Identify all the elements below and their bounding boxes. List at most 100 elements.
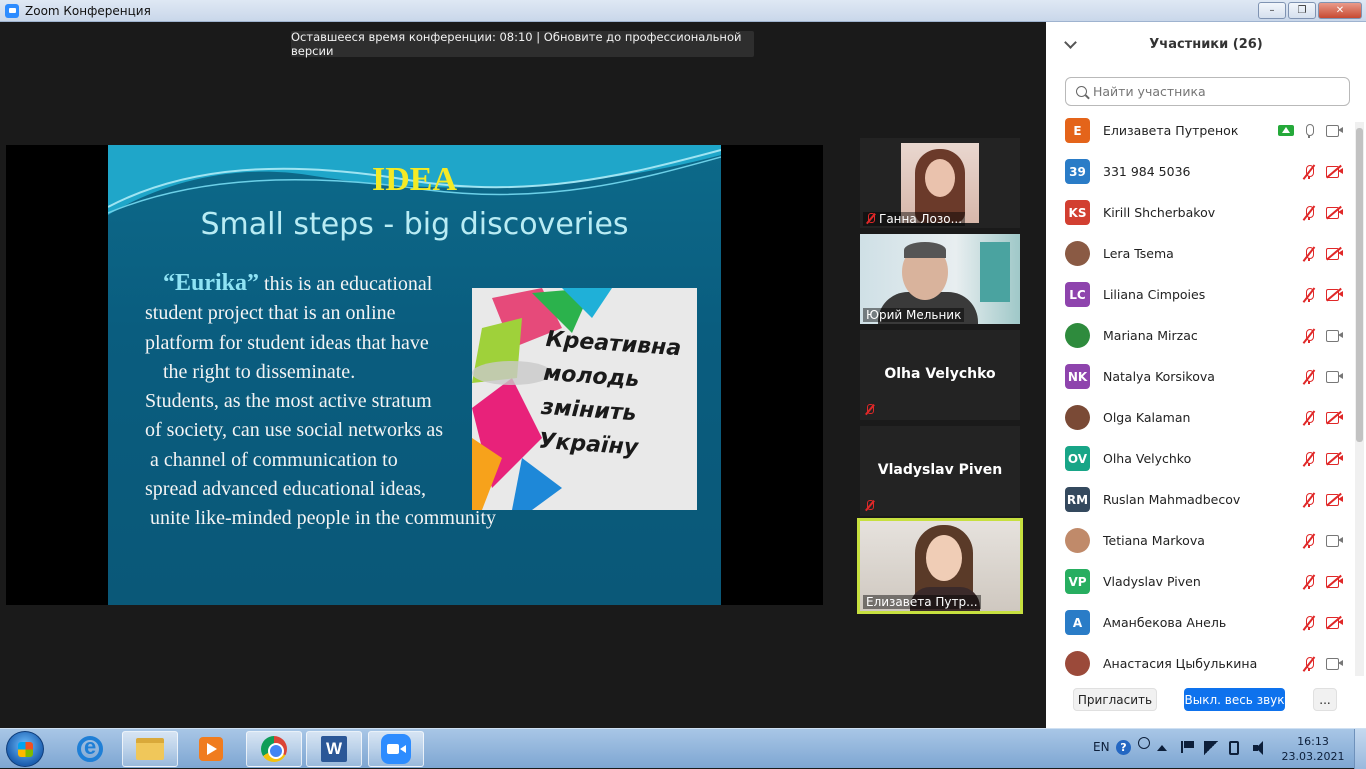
mic-icon[interactable] — [1303, 123, 1315, 138]
camera-icon[interactable] — [1326, 330, 1343, 342]
taskbar-media-player[interactable] — [183, 731, 239, 767]
flag-icon[interactable] — [1181, 741, 1194, 753]
camera-icon[interactable] — [1326, 535, 1343, 547]
search-input[interactable] — [1093, 84, 1323, 99]
muted-mic-icon[interactable] — [1302, 491, 1315, 508]
time-remaining-banner[interactable]: Оставшееся время конференции: 08:10 | Об… — [291, 30, 754, 58]
volume-icon[interactable] — [1253, 741, 1267, 755]
muted-mic-icon[interactable] — [1302, 655, 1315, 672]
up-arrow-icon[interactable] — [1157, 745, 1167, 751]
thumbnail-name: Елизавета Путр... — [863, 595, 981, 609]
participant-row[interactable]: Mariana Mirzac — [1046, 315, 1356, 356]
camera-off-icon[interactable] — [1326, 287, 1343, 302]
muted-mic-icon[interactable] — [1302, 368, 1315, 385]
taskbar-file-explorer[interactable] — [122, 731, 178, 767]
clock-date: 23.03.2021 — [1281, 750, 1345, 763]
participant-row[interactable]: KS Kirill Shcherbakov — [1046, 192, 1356, 233]
participant-video — [901, 143, 979, 223]
muted-mic-icon[interactable] — [1302, 409, 1315, 426]
window-controls: – ❐ ✕ — [1258, 2, 1362, 19]
invite-button[interactable]: Пригласить — [1073, 688, 1157, 711]
participant-row[interactable]: 39 331 984 5036 — [1046, 151, 1356, 192]
participant-name: Mariana Mirzac — [1103, 328, 1198, 343]
taskbar-zoom[interactable] — [368, 731, 424, 767]
camera-icon[interactable] — [1326, 125, 1343, 137]
participant-name: 331 984 5036 — [1103, 164, 1191, 179]
participant-row[interactable]: NK Natalya Korsikova — [1046, 356, 1356, 397]
participants-panel: Участники (26) E Елизавета Путренок 39 331 … — [1046, 22, 1366, 728]
video-thumbnail-active-speaker[interactable]: Елизавета Путр... — [857, 518, 1023, 614]
poster-caption: Креативна молодь змінить Україну — [537, 323, 696, 469]
taskbar-word[interactable]: W — [306, 731, 362, 767]
video-thumbnail[interactable]: Юрий Мельник — [860, 234, 1020, 324]
muted-mic-icon[interactable] — [1302, 163, 1315, 180]
muted-mic-icon[interactable] — [1302, 204, 1315, 221]
sync-icon[interactable] — [1138, 737, 1150, 749]
participant-row[interactable]: VP Vladyslav Piven — [1046, 561, 1356, 602]
battery-icon[interactable] — [1229, 741, 1239, 755]
camera-off-icon[interactable] — [1326, 410, 1343, 425]
muted-mic-icon[interactable] — [1302, 532, 1315, 549]
participant-name: Елизавета Путренок — [1103, 123, 1239, 138]
camera-off-icon[interactable] — [1326, 205, 1343, 220]
chevron-down-icon[interactable] — [1064, 36, 1077, 49]
participant-name: Liliana Cimpoies — [1103, 287, 1206, 302]
participant-row[interactable]: Lera Tsema — [1046, 233, 1356, 274]
thumbnail-name-text: Ганна Лозо... — [879, 212, 963, 226]
camera-off-icon[interactable] — [1326, 164, 1343, 179]
media-player-icon — [199, 737, 223, 761]
mute-all-button[interactable]: Выкл. весь звук — [1184, 688, 1285, 711]
video-thumbnail[interactable]: Vladyslav Piven — [860, 426, 1020, 516]
participant-list: E Елизавета Путренок 39 331 984 5036 KS Kiril… — [1046, 110, 1356, 676]
participant-search[interactable] — [1065, 77, 1350, 106]
camera-off-icon[interactable] — [1326, 615, 1343, 630]
taskbar-chrome[interactable] — [246, 731, 302, 767]
screen-share-icon — [1278, 125, 1294, 136]
video-thumbnail[interactable]: Ганна Лозо... — [860, 138, 1020, 228]
camera-icon[interactable] — [1326, 371, 1343, 383]
zoom-app-icon — [5, 3, 19, 18]
signal-icon[interactable] — [1204, 741, 1218, 755]
close-button[interactable]: ✕ — [1318, 2, 1362, 19]
more-options-button[interactable]: ... — [1313, 688, 1337, 711]
slide-title: IDEA — [371, 161, 458, 198]
muted-mic-icon[interactable] — [1302, 573, 1315, 590]
participant-row[interactable]: Olga Kalaman — [1046, 397, 1356, 438]
camera-off-icon[interactable] — [1326, 451, 1343, 466]
camera-off-icon[interactable] — [1326, 246, 1343, 261]
camera-icon[interactable] — [1326, 658, 1343, 670]
participant-row[interactable]: A Аманбекова Анель — [1046, 602, 1356, 643]
window-titlebar: Zoom Конференция – ❐ ✕ — [0, 0, 1366, 22]
camera-off-icon[interactable] — [1326, 492, 1343, 507]
participant-row[interactable]: E Елизавета Путренок — [1046, 110, 1356, 151]
muted-mic-icon[interactable] — [1302, 286, 1315, 303]
maximize-button[interactable]: ❐ — [1288, 2, 1316, 19]
internet-explorer-icon — [77, 734, 103, 762]
help-icon[interactable]: ? — [1116, 740, 1131, 755]
participant-row[interactable]: Tetiana Markova — [1046, 520, 1356, 561]
shared-screen: IDEA Small steps - big discoveries “Euri… — [6, 145, 823, 605]
participant-name: Vladyslav Piven — [1103, 574, 1201, 589]
slide-poster-image: Креативна молодь змінить Україну — [472, 288, 697, 510]
video-thumbnail[interactable]: Olha Velychko — [860, 330, 1020, 420]
avatar: VP — [1065, 569, 1090, 594]
camera-off-icon[interactable] — [1326, 574, 1343, 589]
participant-row[interactable]: OV Olha Velychko — [1046, 438, 1356, 479]
participant-row[interactable]: Анастасия Цыбулькина — [1046, 643, 1356, 676]
system-clock[interactable]: 16:13 23.03.2021 — [1278, 734, 1348, 764]
minimize-button[interactable]: – — [1258, 2, 1286, 19]
participant-list-scrollbar[interactable] — [1355, 122, 1364, 676]
avatar — [1065, 405, 1090, 430]
start-button[interactable] — [6, 731, 44, 767]
participant-row[interactable]: LC Liliana Cimpoies — [1046, 274, 1356, 315]
scrollbar-thumb[interactable] — [1356, 128, 1363, 442]
participant-row[interactable]: RM Ruslan Mahmadbecov — [1046, 479, 1356, 520]
muted-mic-icon[interactable] — [1302, 327, 1315, 344]
muted-mic-icon[interactable] — [1302, 245, 1315, 262]
participant-name: Tetiana Markova — [1103, 533, 1205, 548]
taskbar-internet-explorer[interactable] — [62, 731, 118, 767]
language-indicator[interactable]: EN — [1093, 740, 1110, 754]
muted-mic-icon[interactable] — [1302, 450, 1315, 467]
muted-mic-icon[interactable] — [1302, 614, 1315, 631]
show-desktop-button[interactable] — [1354, 729, 1366, 769]
